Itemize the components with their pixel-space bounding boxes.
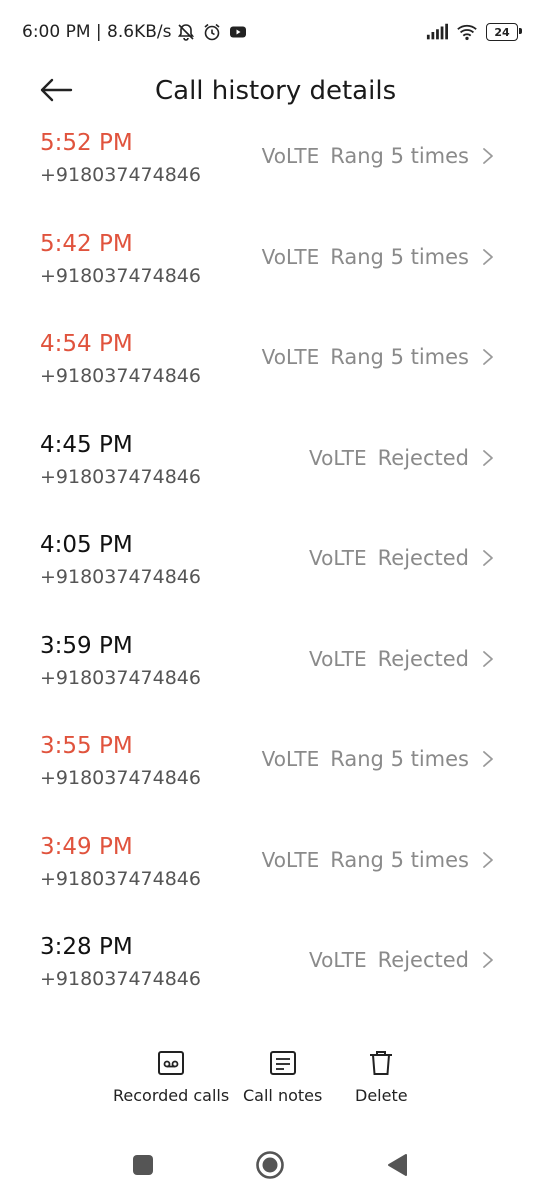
recording-icon	[156, 1048, 186, 1078]
call-meta: VoLTE Rejected	[309, 546, 496, 570]
alarm-icon	[201, 21, 223, 43]
navigation-bar	[0, 1130, 540, 1200]
call-network: VoLTE	[261, 345, 320, 369]
call-notes-label: Call notes	[243, 1086, 323, 1105]
delete-label: Delete	[355, 1086, 408, 1105]
chevron-right-icon	[482, 851, 496, 869]
call-status: Rejected	[377, 546, 469, 570]
call-row[interactable]: 3:59 PM +918037474846 VoLTE Rejected	[0, 625, 540, 726]
chevron-right-icon	[482, 549, 496, 567]
home-circle-icon	[255, 1150, 285, 1184]
home-button[interactable]	[253, 1150, 287, 1184]
header: Call history details	[0, 64, 540, 122]
call-history-list: 5:52 PM +918037474846 VoLTE Rang 5 times 5:4…	[0, 122, 540, 1027]
call-time: 5:42 PM	[40, 230, 133, 257]
call-time: 3:55 PM	[40, 733, 133, 759]
call-number: +918037474846	[40, 767, 201, 789]
back-triangle-icon	[386, 1153, 408, 1181]
call-number: +918037474846	[40, 465, 201, 488]
call-network: VoLTE	[261, 847, 320, 872]
call-meta: VoLTE Rang 5 times	[262, 747, 496, 771]
call-time: 3:59 PM	[40, 632, 133, 659]
chevron-right-icon	[482, 449, 496, 467]
call-row[interactable]: 3:49 PM +918037474846 VoLTE Rang 5 times	[0, 826, 540, 927]
call-status: Rang 5 times	[330, 747, 469, 771]
status-right: 24	[426, 21, 522, 43]
call-number: +918037474846	[40, 968, 201, 990]
recents-button[interactable]	[126, 1150, 160, 1184]
battery-icon: 24	[486, 23, 522, 41]
call-notes-button[interactable]: Call notes	[243, 1048, 322, 1105]
call-row[interactable]: 4:45 PM +918037474846 VoLTE Rejected	[0, 424, 540, 525]
youtube-icon	[227, 21, 249, 43]
call-time: 4:45 PM	[40, 431, 133, 458]
call-network: VoLTE	[261, 747, 320, 771]
call-number: +918037474846	[40, 867, 201, 890]
call-number: +918037474846	[40, 566, 201, 588]
call-meta: VoLTE Rang 5 times	[262, 848, 496, 872]
call-status: Rang 5 times	[330, 345, 469, 369]
call-row[interactable]: 5:42 PM +918037474846 VoLTE Rang 5 times	[0, 223, 540, 324]
chevron-right-icon	[482, 951, 496, 969]
call-number: +918037474846	[40, 164, 201, 186]
call-meta: VoLTE Rang 5 times	[262, 144, 496, 168]
call-meta: VoLTE Rejected	[309, 446, 496, 470]
chevron-right-icon	[482, 147, 496, 165]
call-status: Rejected	[377, 948, 469, 972]
call-network: VoLTE	[309, 546, 367, 570]
call-row[interactable]: 5:52 PM +918037474846 VoLTE Rang 5 times	[0, 122, 540, 223]
call-network: VoLTE	[309, 646, 367, 671]
call-meta: VoLTE Rejected	[309, 948, 496, 972]
call-meta: VoLTE Rejected	[309, 647, 496, 671]
call-row[interactable]: 4:54 PM +918037474846 VoLTE Rang 5 times	[0, 323, 540, 424]
call-network: VoLTE	[261, 144, 320, 168]
back-nav-button[interactable]	[380, 1150, 414, 1184]
call-number: +918037474846	[40, 666, 201, 689]
signal-icon	[426, 21, 448, 43]
recents-square-icon	[132, 1154, 154, 1180]
chevron-right-icon	[482, 248, 496, 266]
status-bar: 6:00 PM | 8.6KB/s 24	[0, 0, 540, 64]
call-status: Rang 5 times	[330, 847, 469, 872]
recorded-calls-label: Recorded calls	[113, 1086, 230, 1105]
call-number: +918037474846	[40, 264, 201, 287]
call-time: 5:52 PM	[40, 130, 133, 156]
back-button[interactable]	[38, 74, 74, 110]
call-time: 3:49 PM	[40, 833, 133, 860]
trash-icon	[366, 1048, 396, 1078]
call-status: Rejected	[377, 646, 469, 671]
status-time-speed: 6:00 PM | 8.6KB/s	[22, 22, 172, 42]
call-status: Rang 5 times	[330, 244, 469, 269]
page-title: Call history details	[155, 76, 397, 106]
chevron-right-icon	[482, 650, 496, 668]
recorded-calls-button[interactable]: Recorded calls	[113, 1048, 229, 1105]
call-network: VoLTE	[309, 445, 367, 470]
call-time: 3:28 PM	[40, 934, 133, 960]
call-status: Rang 5 times	[330, 144, 469, 168]
call-meta: VoLTE Rang 5 times	[262, 245, 496, 269]
call-time: 4:05 PM	[40, 532, 133, 558]
call-row[interactable]: 4:05 PM +918037474846 VoLTE Rejected	[0, 524, 540, 625]
notes-icon	[268, 1048, 298, 1078]
bottom-actions: Recorded calls Call notes Delete	[0, 1048, 540, 1118]
chevron-right-icon	[482, 348, 496, 366]
battery-level: 24	[494, 25, 510, 39]
wifi-icon	[456, 21, 478, 43]
call-time: 4:54 PM	[40, 331, 133, 357]
delete-button[interactable]: Delete	[355, 1048, 408, 1105]
call-number: +918037474846	[40, 365, 201, 387]
call-status: Rejected	[377, 445, 469, 470]
call-meta: VoLTE Rang 5 times	[262, 345, 496, 369]
call-row[interactable]: 3:55 PM +918037474846 VoLTE Rang 5 times	[0, 725, 540, 826]
arrow-left-icon	[39, 78, 73, 106]
call-network: VoLTE	[309, 948, 367, 972]
bell-off-icon	[175, 21, 197, 43]
status-left: 6:00 PM | 8.6KB/s	[22, 21, 249, 43]
chevron-right-icon	[482, 750, 496, 768]
call-row[interactable]: 3:28 PM +918037474846 VoLTE Rejected	[0, 926, 540, 1027]
call-network: VoLTE	[261, 244, 320, 269]
